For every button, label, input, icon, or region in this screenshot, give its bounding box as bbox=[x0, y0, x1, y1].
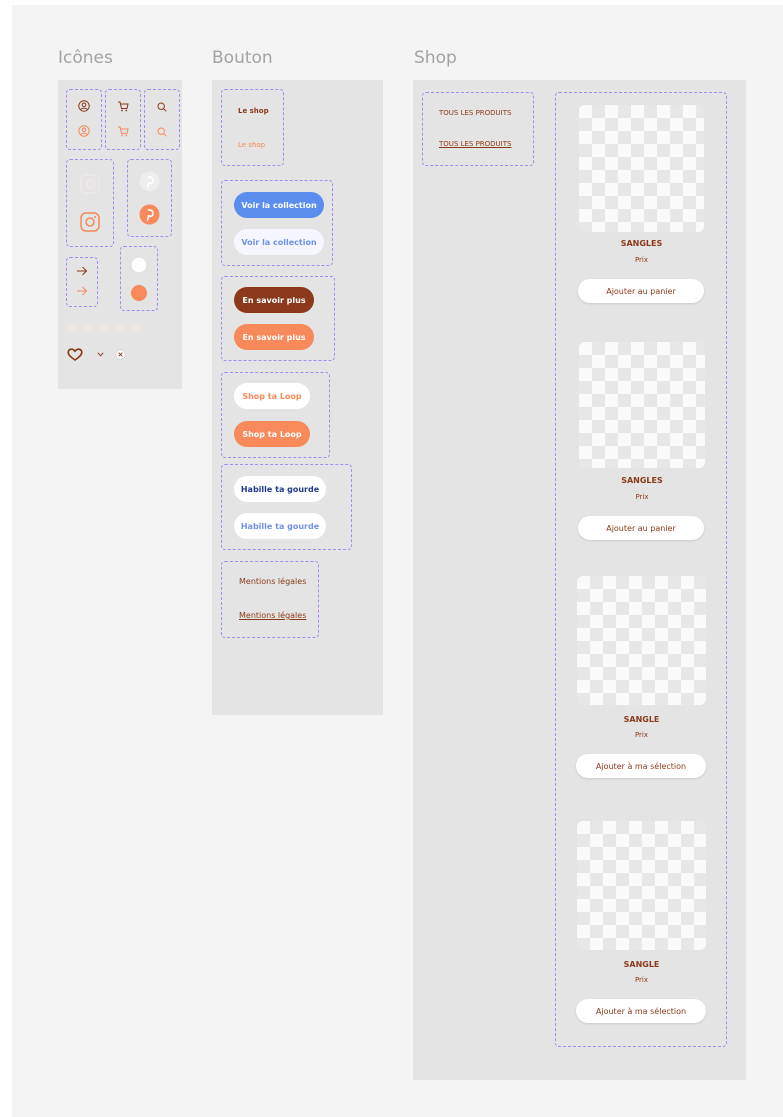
le-shop-link[interactable]: Le shop bbox=[238, 107, 269, 115]
instagram-icon[interactable] bbox=[80, 212, 100, 232]
text-link-group bbox=[221, 89, 284, 166]
search-icon[interactable] bbox=[157, 102, 167, 112]
cart-icon-group bbox=[105, 89, 141, 150]
product-name: SANGLE bbox=[623, 715, 660, 724]
user-icon[interactable] bbox=[78, 125, 90, 137]
star-icon[interactable] bbox=[82, 322, 94, 334]
arrow-right-icon[interactable] bbox=[76, 286, 88, 296]
product-image[interactable] bbox=[579, 105, 704, 232]
mentions-legales-link[interactable]: Mentions légales bbox=[239, 611, 306, 620]
star-icon[interactable] bbox=[130, 322, 142, 334]
product-price: Prix bbox=[634, 731, 649, 739]
add-to-cart-button[interactable]: Ajouter au panier bbox=[578, 279, 704, 303]
chevron-down-icon[interactable] bbox=[97, 352, 104, 357]
arrow-right-icon[interactable] bbox=[76, 266, 88, 276]
le-shop-link[interactable]: Le shop bbox=[238, 141, 265, 149]
section-title-buttons: Bouton bbox=[212, 48, 273, 68]
mentions-group bbox=[221, 561, 319, 638]
radio-icon[interactable] bbox=[130, 256, 148, 274]
filter-group bbox=[422, 92, 534, 166]
search-icon-group bbox=[144, 89, 180, 150]
shop-ta-loop-button[interactable]: Shop ta Loop bbox=[234, 421, 310, 447]
arrow-icon-group bbox=[66, 257, 98, 307]
rating-stars[interactable] bbox=[66, 322, 142, 334]
star-icon[interactable] bbox=[114, 322, 126, 334]
product-price: Prix bbox=[635, 493, 649, 501]
habille-ta-gourde-button[interactable]: Habille ta gourde bbox=[234, 513, 326, 539]
habille-ta-gourde-button[interactable]: Habille ta gourde bbox=[234, 476, 326, 502]
user-icon[interactable] bbox=[78, 100, 90, 112]
mentions-legales-link[interactable]: Mentions légales bbox=[239, 577, 306, 586]
search-icon[interactable] bbox=[157, 127, 167, 137]
en-savoir-plus-button[interactable]: En savoir plus bbox=[234, 324, 314, 350]
cart-icon[interactable] bbox=[117, 126, 129, 137]
voir-collection-button[interactable]: Voir la collection bbox=[234, 229, 324, 255]
product-image[interactable] bbox=[577, 576, 706, 705]
product-name: SANGLES bbox=[621, 476, 663, 485]
filter-all-products[interactable]: TOUS LES PRODUITS bbox=[439, 109, 511, 117]
user-icon-group bbox=[66, 89, 102, 150]
section-title-icons: Icônes bbox=[58, 48, 113, 68]
star-icon[interactable] bbox=[98, 322, 110, 334]
shop-ta-loop-button[interactable]: Shop ta Loop bbox=[234, 383, 310, 409]
add-to-cart-button[interactable]: Ajouter au panier bbox=[578, 516, 704, 540]
heart-icon[interactable] bbox=[67, 348, 83, 361]
pinterest-icon[interactable] bbox=[139, 204, 160, 225]
cart-icon[interactable] bbox=[117, 101, 129, 112]
radio-icon[interactable] bbox=[130, 284, 148, 302]
product-image[interactable] bbox=[579, 342, 705, 468]
en-savoir-plus-button[interactable]: En savoir plus bbox=[234, 287, 314, 313]
product-image[interactable] bbox=[577, 821, 706, 950]
voir-collection-button[interactable]: Voir la collection bbox=[234, 192, 324, 218]
instagram-icon-group bbox=[66, 159, 114, 247]
instagram-icon[interactable] bbox=[80, 174, 100, 194]
add-to-selection-button[interactable]: Ajouter à ma sélection bbox=[576, 999, 706, 1023]
product-name: SANGLES bbox=[620, 239, 663, 248]
section-title-shop: Shop bbox=[414, 48, 457, 68]
filter-all-products[interactable]: TOUS LES PRODUITS bbox=[439, 140, 511, 148]
add-to-selection-button[interactable]: Ajouter à ma sélection bbox=[576, 754, 706, 778]
product-price: Prix bbox=[634, 976, 649, 984]
close-icon[interactable] bbox=[115, 349, 126, 360]
star-icon[interactable] bbox=[66, 322, 78, 334]
product-name: SANGLE bbox=[623, 960, 660, 969]
product-price: Prix bbox=[634, 256, 649, 264]
pinterest-icon[interactable] bbox=[139, 171, 160, 192]
